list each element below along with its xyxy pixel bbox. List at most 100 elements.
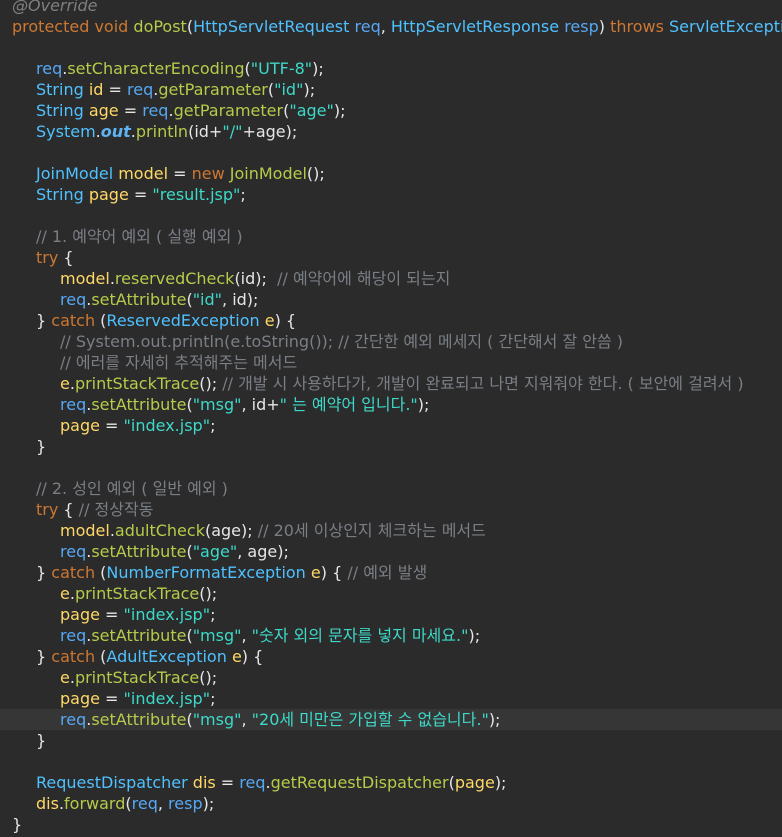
code-line[interactable]: req.setCharacterEncoding("UTF-8"); xyxy=(0,58,782,79)
code-line[interactable]: page = "index.jsp"; xyxy=(0,604,782,625)
code-token: // 에러를 자세히 추적해주는 메서드 xyxy=(60,353,298,372)
code-token: "20세 미만은 가입할 수 없습니다." xyxy=(251,710,489,729)
code-token: , id+ xyxy=(241,395,280,414)
code-line[interactable]: protected void doPost(HttpServletRequest… xyxy=(0,16,782,37)
code-line-content: try { // 정상작동 xyxy=(12,500,153,519)
code-token: // 정상작동 xyxy=(78,500,154,519)
code-token: HttpServletRequest xyxy=(193,17,355,36)
code-token: setCharacterEncoding xyxy=(67,59,245,78)
code-token: setAttribute xyxy=(91,626,187,645)
code-line[interactable]: } catch (NumberFormatException e) { // 예… xyxy=(0,562,782,583)
code-line[interactable]: @Override xyxy=(0,0,782,16)
code-token: @Override xyxy=(12,0,98,15)
code-line[interactable]: model.reservedCheck(id); // 예약어에 해당이 되는지 xyxy=(0,268,782,289)
code-line-content: page = "index.jsp"; xyxy=(12,416,215,435)
code-token: = xyxy=(118,101,143,120)
code-line[interactable]: JoinModel model = new JoinModel(); xyxy=(0,163,782,184)
code-line[interactable]: String page = "result.jsp"; xyxy=(0,184,782,205)
code-line[interactable]: req.setAttribute("msg", "숫자 외의 문자를 넣지 마세… xyxy=(0,625,782,646)
code-token: "msg" xyxy=(192,395,242,414)
code-token: AdultException xyxy=(106,647,232,666)
code-token: } xyxy=(36,647,52,666)
code-token: "index.jsp" xyxy=(123,605,211,624)
code-line[interactable]: model.adultCheck(age); // 20세 이상인지 체크하는 … xyxy=(0,520,782,541)
code-token: catch xyxy=(51,563,101,582)
code-token: { xyxy=(63,500,79,519)
code-line[interactable]: System.out.println(id+"/"+age); xyxy=(0,121,782,142)
code-line[interactable]: } xyxy=(0,730,782,751)
code-token: ) { xyxy=(320,563,348,582)
code-token: ReservedException xyxy=(106,311,265,330)
code-token: NumberFormatException xyxy=(106,563,311,582)
code-token: , xyxy=(380,17,391,36)
code-line[interactable]: req.setAttribute("id", id); xyxy=(0,289,782,310)
code-line[interactable]: String age = req.getParameter("age"); xyxy=(0,100,782,121)
code-line[interactable]: // 에러를 자세히 추적해주는 메서드 xyxy=(0,352,782,373)
code-token: getRequestDispatcher xyxy=(270,773,449,792)
code-editor[interactable]: @Override protected void doPost(HttpServl… xyxy=(0,0,782,837)
code-line[interactable]: } xyxy=(0,436,782,457)
code-line[interactable]: // System.out.println(e.toString()); // … xyxy=(0,331,782,352)
code-line[interactable]: page = "index.jsp"; xyxy=(0,415,782,436)
code-token: e xyxy=(264,311,275,330)
code-token: ); xyxy=(303,80,316,99)
code-token: = xyxy=(128,185,153,204)
code-token: ) { xyxy=(241,647,264,666)
code-line-content: req.setAttribute("age", age); xyxy=(12,542,289,561)
code-token: dis xyxy=(36,794,59,813)
code-line-content: } catch (AdultException e) { xyxy=(12,647,263,666)
code-line-content: } catch (NumberFormatException e) { // 예… xyxy=(12,563,427,582)
code-line[interactable]: try { xyxy=(0,247,782,268)
code-line[interactable]: req.setAttribute("msg", id+" 는 예약어 입니다."… xyxy=(0,394,782,415)
code-token: page xyxy=(60,605,100,624)
code-token: "숫자 외의 문자를 넣지 마세요." xyxy=(251,626,469,645)
code-line[interactable] xyxy=(0,457,782,478)
code-line[interactable]: dis.forward(req, resp); xyxy=(0,793,782,814)
code-line[interactable] xyxy=(0,205,782,226)
code-token: throws xyxy=(610,17,670,36)
code-line-content: model.adultCheck(age); // 20세 이상인지 체크하는 … xyxy=(12,521,486,540)
code-token: model xyxy=(118,164,169,183)
code-line[interactable]: e.printStackTrace(); xyxy=(0,583,782,604)
code-line[interactable] xyxy=(0,37,782,58)
code-token: adultCheck xyxy=(114,521,205,540)
code-line[interactable]: req.setAttribute("msg", "20세 미만은 가입할 수 없… xyxy=(0,709,782,730)
code-line[interactable]: // 1. 예약어 예외 ( 실행 예외 ) xyxy=(0,226,782,247)
code-token: req xyxy=(131,794,158,813)
code-token: req xyxy=(354,17,381,36)
code-line[interactable]: RequestDispatcher dis = req.getRequestDi… xyxy=(0,772,782,793)
code-line[interactable]: } catch (AdultException e) { xyxy=(0,646,782,667)
code-token: ; xyxy=(210,605,216,624)
code-line[interactable]: e.printStackTrace(); xyxy=(0,667,782,688)
code-line-content: req.setAttribute("msg", "20세 미만은 가입할 수 없… xyxy=(12,710,500,729)
code-token: System xyxy=(36,122,96,141)
code-token: "UTF-8" xyxy=(250,59,313,78)
code-line-content: RequestDispatcher dis = req.getRequestDi… xyxy=(12,773,506,792)
code-token: "/" xyxy=(222,122,243,141)
code-line[interactable]: try { // 정상작동 xyxy=(0,499,782,520)
code-token: = xyxy=(168,164,192,183)
code-token: "msg" xyxy=(192,710,242,729)
code-line[interactable]: // 2. 성인 예외 ( 일반 예외 ) xyxy=(0,478,782,499)
code-token: ); xyxy=(488,710,501,729)
code-token: = xyxy=(103,80,128,99)
code-line[interactable]: e.printStackTrace(); // 개발 시 사용하다가, 개발이 … xyxy=(0,373,782,394)
code-line[interactable]: String id = req.getParameter("id"); xyxy=(0,79,782,100)
code-line-content: req.setAttribute("msg", id+" 는 예약어 입니다."… xyxy=(12,395,429,414)
code-line-content: protected void doPost(HttpServletRequest… xyxy=(12,17,782,36)
code-line[interactable]: } xyxy=(0,814,782,835)
code-token: { xyxy=(63,248,74,267)
code-token: "index.jsp" xyxy=(123,689,211,708)
code-token: , xyxy=(157,794,169,813)
code-token: String xyxy=(36,80,89,99)
code-line-content: @Override xyxy=(12,0,98,15)
code-token: // 20세 이상인지 체크하는 메서드 xyxy=(257,521,486,540)
code-token: "result.jsp" xyxy=(152,185,241,204)
code-line[interactable] xyxy=(0,751,782,772)
code-line[interactable]: } catch (ReservedException e) { xyxy=(0,310,782,331)
code-line[interactable] xyxy=(0,142,782,163)
code-token: e xyxy=(60,374,70,393)
code-line[interactable]: page = "index.jsp"; xyxy=(0,688,782,709)
code-line-content: } xyxy=(12,437,46,456)
code-line[interactable]: req.setAttribute("age", age); xyxy=(0,541,782,562)
